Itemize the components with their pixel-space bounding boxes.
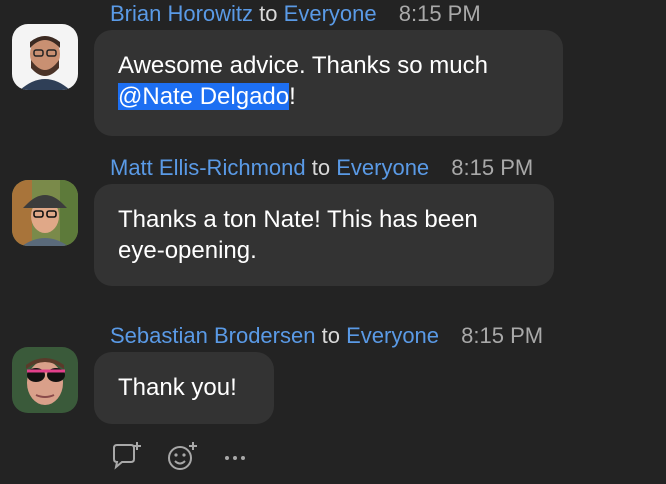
message-bubble[interactable]: Thanks a ton Nate! This has been eye-ope… — [94, 184, 554, 286]
message-bubble[interactable]: Thank you! — [94, 352, 274, 424]
message-text: Thank you! — [118, 374, 237, 401]
message-header: Sebastian Brodersen to Everyone 8:15 PM — [110, 323, 543, 349]
message-text: Awesome advice. Thanks so much — [118, 52, 488, 79]
chat-panel: Brian Horowitz to Everyone 8:15 PM Aweso… — [0, 0, 666, 484]
timestamp: 8:15 PM — [451, 155, 534, 180]
message-text-line2: eye-opening. — [118, 237, 257, 264]
reply-icon[interactable] — [110, 440, 144, 472]
message-text-end: ! — [289, 83, 296, 110]
sender-name[interactable]: Brian Horowitz — [110, 1, 253, 26]
person-avatar-icon — [12, 24, 78, 90]
timestamp: 8:15 PM — [461, 323, 544, 348]
add-reaction-icon[interactable] — [166, 440, 200, 472]
recipient-name[interactable]: Everyone — [336, 155, 429, 180]
avatar[interactable] — [12, 24, 78, 90]
timestamp: 8:15 PM — [398, 1, 481, 26]
message-header: Matt Ellis-Richmond to Everyone 8:15 PM — [110, 155, 533, 181]
avatar[interactable] — [12, 180, 78, 246]
message-actions — [110, 438, 248, 474]
mention-highlight[interactable]: @Nate Delgado — [118, 83, 290, 110]
recipient-name[interactable]: Everyone — [346, 323, 439, 348]
more-options-icon[interactable] — [222, 440, 248, 472]
person-avatar-icon — [12, 180, 78, 246]
to-label: to — [311, 155, 331, 180]
sender-name[interactable]: Sebastian Brodersen — [110, 323, 315, 348]
person-avatar-icon — [12, 347, 78, 413]
message-header: Brian Horowitz to Everyone 8:15 PM — [110, 1, 481, 27]
message-text-line1: Thanks a ton Nate! This has been — [118, 206, 478, 233]
to-label: to — [321, 323, 340, 348]
message-bubble[interactable]: Awesome advice. Thanks so much @Nate Del… — [94, 30, 563, 136]
avatar[interactable] — [12, 347, 78, 413]
recipient-name[interactable]: Everyone — [284, 1, 377, 26]
sender-name[interactable]: Matt Ellis-Richmond — [110, 155, 306, 180]
to-label: to — [259, 1, 278, 26]
